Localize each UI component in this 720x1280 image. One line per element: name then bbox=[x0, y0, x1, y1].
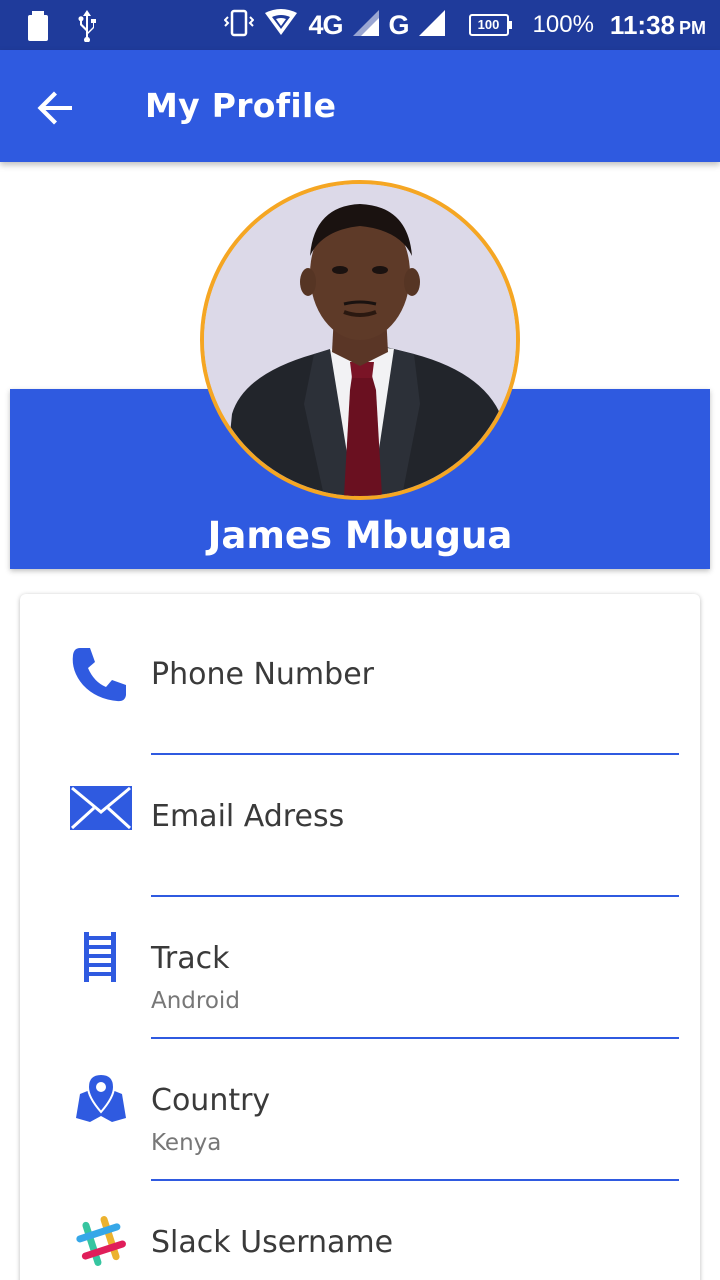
status-bar: 4G G 100 100% 11:38 PM bbox=[0, 0, 720, 50]
back-button[interactable] bbox=[34, 86, 78, 130]
signal-icon-2 bbox=[418, 9, 445, 41]
field-label: Slack Username bbox=[151, 1225, 394, 1260]
map-pin-icon bbox=[74, 1072, 138, 1136]
field-label: Track bbox=[151, 941, 230, 976]
field-value: Android bbox=[151, 988, 240, 1014]
track-icon bbox=[80, 932, 144, 996]
usb-icon bbox=[76, 10, 98, 47]
vibrate-icon bbox=[224, 9, 255, 42]
field-track[interactable]: Track Android bbox=[20, 896, 700, 1039]
arrow-back-icon bbox=[34, 91, 78, 134]
profile-photo bbox=[204, 184, 516, 496]
email-icon bbox=[70, 784, 134, 848]
clock-time: 11:38 bbox=[609, 9, 675, 40]
field-label: Phone Number bbox=[151, 657, 374, 692]
clock-ampm: PM bbox=[679, 17, 706, 38]
profile-details-card: Phone Number Email Adress Track Android … bbox=[20, 594, 700, 1280]
battery-percent: 100% bbox=[532, 11, 594, 38]
profile-name: James Mbugua bbox=[207, 514, 513, 557]
field-label: Country bbox=[151, 1083, 271, 1118]
avatar[interactable] bbox=[200, 180, 520, 500]
network-g-label: G bbox=[388, 9, 410, 40]
field-phone-number[interactable]: Phone Number bbox=[20, 612, 700, 755]
clock: 11:38 PM bbox=[610, 10, 706, 41]
slack-icon bbox=[74, 1214, 138, 1278]
network-4g-label: 4G bbox=[308, 9, 343, 40]
phone-icon bbox=[68, 642, 132, 706]
field-value: Kenya bbox=[151, 1130, 222, 1156]
battery-small-icon bbox=[28, 11, 48, 46]
field-label: Email Adress bbox=[151, 799, 345, 834]
field-slack-username[interactable]: Slack Username bbox=[20, 1180, 700, 1280]
signal-icon bbox=[352, 9, 379, 41]
battery-level: 100 bbox=[477, 17, 500, 32]
field-country[interactable]: Country Kenya bbox=[20, 1038, 700, 1181]
wifi-icon bbox=[264, 8, 298, 42]
page-title: My Profile bbox=[145, 86, 337, 125]
app-bar: My Profile bbox=[0, 50, 720, 162]
battery-icon: 100 bbox=[468, 14, 513, 36]
field-email-address[interactable]: Email Adress bbox=[20, 754, 700, 897]
